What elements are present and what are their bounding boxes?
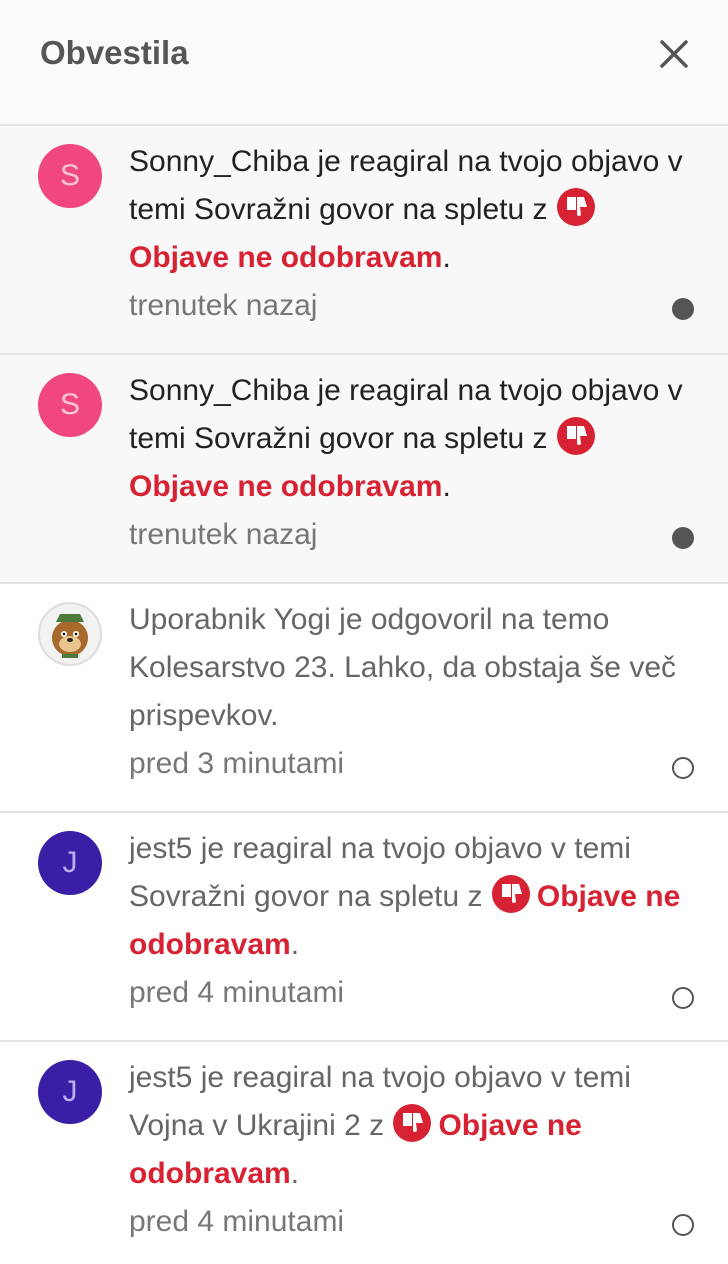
notification-item[interactable]: J jest5 je reagiral na tvojo objavo v te… <box>0 813 728 1042</box>
notification-item[interactable]: S Sonny_Chiba je reagiral na tvojo objav… <box>0 126 728 355</box>
notification-item[interactable]: Uporabnik Yogi je odgovoril na temo Kole… <box>0 584 728 813</box>
read-dot-icon[interactable] <box>672 757 694 779</box>
timestamp: pred 4 minutami <box>129 976 345 1009</box>
reaction-label: Objave ne odobravam <box>129 241 443 274</box>
reaction-label: Objave ne odobravam <box>129 470 443 503</box>
avatar[interactable]: J <box>38 831 102 895</box>
thumbs-down-icon <box>392 1103 432 1143</box>
avatar[interactable]: S <box>38 373 102 437</box>
notification-body: Sonny_Chiba je reagiral na tvojo objavo … <box>129 374 683 551</box>
avatar[interactable]: J <box>38 1060 102 1124</box>
thumbs-down-icon <box>556 187 596 227</box>
avatar-letter: S <box>59 159 80 192</box>
notification-body: Uporabnik Yogi je odgovoril na temo Kole… <box>129 596 699 788</box>
notification-text: Sonny_Chiba je reagiral na tvojo objavo … <box>129 145 683 226</box>
read-dot-icon[interactable] <box>672 1214 694 1236</box>
notification-item[interactable]: S Sonny_Chiba je reagiral na tvojo objav… <box>0 355 728 584</box>
notification-body: Sonny_Chiba je reagiral na tvojo objavo … <box>129 145 683 322</box>
unread-dot-icon[interactable] <box>672 298 694 320</box>
bear-avatar-icon <box>52 614 88 658</box>
thumbs-down-icon <box>491 874 531 914</box>
notification-body: jest5 je reagiral na tvojo objavo v temi… <box>129 1061 631 1238</box>
avatar[interactable]: S <box>38 144 102 208</box>
notification-text: Sonny_Chiba je reagiral na tvojo objavo … <box>129 374 683 455</box>
notifications-header: Obvestila <box>0 0 728 126</box>
thumbs-down-icon <box>556 416 596 456</box>
notification-item[interactable]: J jest5 je reagiral na tvojo objavo v te… <box>0 1042 728 1264</box>
avatar[interactable] <box>38 602 102 666</box>
timestamp: trenutek nazaj <box>129 289 318 322</box>
timestamp: trenutek nazaj <box>129 518 318 551</box>
timestamp: pred 3 minutami <box>129 747 345 780</box>
page-title: Obvestila <box>40 34 189 71</box>
close-button[interactable] <box>656 36 692 72</box>
read-dot-icon[interactable] <box>672 987 694 1009</box>
notification-body: jest5 je reagiral na tvojo objavo v temi… <box>129 832 681 1009</box>
close-icon <box>660 40 688 68</box>
unread-dot-icon[interactable] <box>672 527 694 549</box>
avatar-letter: S <box>59 388 80 421</box>
notification-text: Uporabnik Yogi je odgovoril na temo Kole… <box>129 603 677 732</box>
avatar-letter: J <box>62 846 78 879</box>
timestamp: pred 4 minutami <box>129 1205 345 1238</box>
avatar-letter: J <box>62 1075 78 1108</box>
